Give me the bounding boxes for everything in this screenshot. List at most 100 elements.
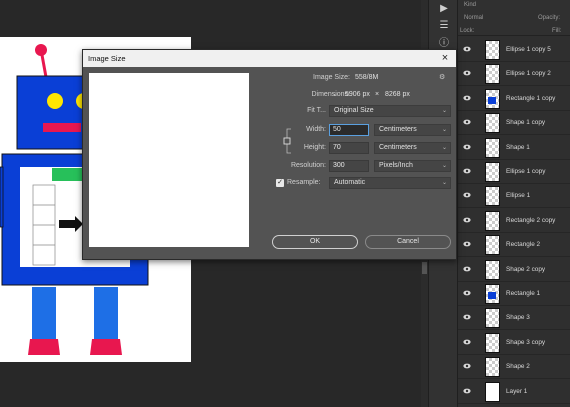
layer-thumbnail — [485, 162, 500, 182]
layer-row[interactable]: Ellipse 1 copy — [458, 160, 570, 184]
layer-link-marker — [480, 114, 483, 132]
ok-button[interactable]: OK — [272, 235, 358, 249]
link-constrain-icon[interactable] — [281, 128, 295, 154]
resample-checkbox[interactable]: ✓ — [276, 179, 284, 187]
cancel-button[interactable]: Cancel — [365, 235, 451, 249]
layer-filter-search[interactable]: Kind — [464, 2, 476, 8]
canvas-scroll-thumb[interactable] — [422, 262, 427, 274]
robot-mouth — [43, 123, 81, 132]
layer-row[interactable]: Rectangle 1 — [458, 282, 570, 306]
layer-thumbnail — [485, 64, 500, 85]
image-size-dialog: Image Size × Image Size: 558/8M ⚙ Dimens… — [82, 49, 457, 260]
eye-visibility-icon[interactable] — [463, 144, 471, 150]
chevron-down-icon: ⌄ — [441, 180, 447, 186]
eye-visibility-icon[interactable] — [463, 339, 471, 345]
chevron-down-icon: ⌄ — [441, 145, 447, 151]
resample-value: Automatic — [334, 179, 366, 186]
layer-thumbnail — [485, 235, 500, 256]
layer-thumbnail — [485, 88, 500, 109]
layer-row[interactable]: Shape 2 — [458, 355, 570, 380]
layer-link-marker — [480, 65, 483, 83]
resolution-unit-select[interactable]: Pixels/Inch ⌄ — [374, 160, 451, 172]
height-unit-value: Centimeters — [379, 144, 417, 151]
layer-row[interactable]: Shape 1 copy — [458, 111, 570, 136]
layer-thumbnail — [485, 308, 500, 329]
layer-link-marker — [480, 212, 483, 230]
robot-eye-left — [47, 93, 63, 109]
resolution-input[interactable]: 300 — [329, 160, 369, 172]
layer-row[interactable]: Shape 3 copy — [458, 331, 570, 355]
eye-visibility-icon[interactable] — [463, 46, 471, 52]
blend-mode-select[interactable]: Normal — [464, 15, 483, 21]
layer-row[interactable]: Ellipse 1 copy 5 — [458, 38, 570, 62]
layer-name: Rectangle 2 copy — [506, 216, 556, 224]
eye-visibility-icon[interactable] — [463, 217, 471, 223]
antenna-ball — [35, 44, 47, 56]
layer-link-marker — [480, 261, 483, 279]
layer-row[interactable]: Shape 1 — [458, 136, 570, 160]
layer-link-marker — [480, 334, 483, 352]
chevron-down-icon: ⌄ — [441, 108, 447, 114]
gear-icon[interactable]: ⚙ — [439, 73, 445, 81]
eye-visibility-icon[interactable] — [463, 192, 471, 198]
resample-select[interactable]: Automatic ⌄ — [329, 177, 451, 189]
fit-to-value: Original Size — [334, 107, 374, 114]
layer-link-marker — [480, 236, 483, 254]
opacity-label: Opacity: — [538, 15, 561, 21]
layer-name: Rectangle 1 — [506, 290, 541, 297]
layer-row[interactable]: Layer 1 — [458, 380, 570, 404]
layer-thumbnail — [485, 210, 500, 231]
eye-visibility-icon[interactable] — [463, 388, 471, 394]
dimensions-width-px: 5906 px — [345, 91, 370, 98]
layer-link-marker — [480, 358, 483, 376]
layers-panel: Kind Normal Opacity: Lock: Fill: Ellipse… — [458, 0, 570, 407]
eye-visibility-icon[interactable] — [463, 314, 471, 320]
height-input[interactable]: 70 — [329, 142, 369, 154]
resolution-unit-value: Pixels/Inch — [379, 162, 413, 169]
layer-row[interactable]: Ellipse 1 — [458, 184, 570, 209]
layer-thumbnail — [485, 186, 500, 207]
layer-thumbnail — [485, 332, 500, 353]
eye-visibility-icon[interactable] — [463, 95, 471, 101]
layer-name: Rectangle 1 copy — [506, 94, 556, 102]
layer-thumbnail — [485, 259, 500, 280]
eye-visibility-icon[interactable] — [463, 70, 471, 76]
layer-name: Shape 1 copy — [506, 119, 546, 127]
eye-visibility-icon[interactable] — [463, 168, 471, 174]
resolution-label: Resolution: — [290, 162, 326, 169]
height-unit-select[interactable]: Centimeters ⌄ — [374, 142, 451, 154]
width-unit-select[interactable]: Centimeters ⌄ — [374, 124, 451, 136]
layer-row[interactable]: Rectangle 2 — [458, 233, 570, 258]
layer-row[interactable]: Rectangle 1 copy — [458, 87, 570, 111]
eye-visibility-icon[interactable] — [463, 363, 471, 369]
width-input[interactable]: 50 — [329, 124, 369, 136]
layer-name: Shape 2 copy — [506, 265, 546, 273]
layer-row[interactable]: Ellipse 1 copy 2 — [458, 62, 570, 87]
height-label: Height: — [303, 144, 326, 151]
layer-name: Shape 1 — [506, 143, 530, 151]
dialog-titlebar[interactable]: Image Size × — [83, 50, 456, 67]
eye-visibility-icon[interactable] — [463, 241, 471, 247]
fill-label: Fill: — [552, 28, 562, 34]
image-preview[interactable] — [89, 73, 249, 247]
image-size-label: Image Size: — [313, 74, 350, 81]
history-icon[interactable]: ☰ — [438, 20, 450, 32]
close-icon[interactable]: × — [438, 51, 452, 65]
layer-row[interactable]: Shape 3 — [458, 306, 570, 331]
eye-visibility-icon[interactable] — [463, 119, 471, 125]
layer-link-marker — [480, 309, 483, 327]
layer-name: Rectangle 2 — [506, 241, 541, 249]
eye-visibility-icon[interactable] — [463, 266, 471, 272]
layer-thumbnail — [485, 40, 500, 60]
dimensions-chevron-icon[interactable]: ⌄ — [332, 90, 338, 98]
play-icon[interactable]: ▶ — [438, 3, 450, 15]
layer-row[interactable]: Rectangle 2 copy — [458, 209, 570, 233]
eye-visibility-icon[interactable] — [463, 290, 471, 296]
width-label: Width: — [306, 126, 326, 133]
robot-foot-left — [28, 339, 60, 355]
layer-thumbnail — [485, 137, 500, 158]
layer-row[interactable]: Shape 2 copy — [458, 258, 570, 282]
image-size-value: 558/8M — [355, 74, 379, 81]
fit-to-select[interactable]: Original Size ⌄ — [329, 105, 451, 117]
layer-name: Shape 3 copy — [506, 338, 546, 346]
